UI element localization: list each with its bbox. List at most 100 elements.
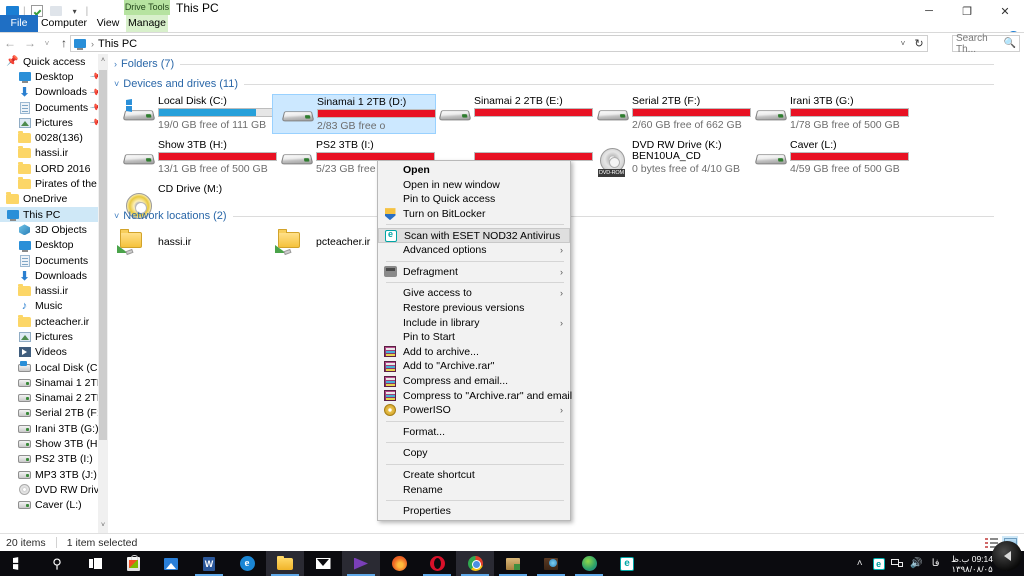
microsoft-store-button[interactable] bbox=[114, 551, 152, 576]
menu-item-copy[interactable]: Copy bbox=[378, 446, 570, 461]
drive-item[interactable]: Sinamai 1 2TB (D:) 2/83 GB free o bbox=[272, 94, 436, 134]
sidebar-item-lord-2016[interactable]: LORD 2016 bbox=[0, 161, 108, 176]
scroll-down-button[interactable]: ˅ bbox=[98, 519, 108, 533]
menu-item-poweriso[interactable]: PowerISO › bbox=[378, 403, 570, 418]
sidebar-item-documents[interactable]: Documents bbox=[0, 253, 108, 268]
sidebar-item-downloads[interactable]: ⬇ Downloads bbox=[0, 268, 108, 283]
chevron-down-icon[interactable]: ˅ bbox=[895, 39, 911, 48]
sidebar-item-onedrive[interactable]: OneDrive bbox=[0, 192, 108, 207]
menu-item-rename[interactable]: Rename bbox=[378, 482, 570, 497]
menu-item-pin-to-start[interactable]: Pin to Start bbox=[378, 330, 570, 345]
photos-button[interactable] bbox=[152, 551, 190, 576]
file-explorer-button[interactable] bbox=[266, 551, 304, 576]
drive-item[interactable]: Local Disk (C:) 19/0 GB free of 111 GB bbox=[114, 94, 278, 134]
forward-button[interactable]: → bbox=[20, 33, 40, 53]
word-button[interactable]: W bbox=[190, 551, 228, 576]
sidebar-item-irani-3tb-g[interactable]: Irani 3TB (G:) bbox=[0, 421, 108, 436]
sidebar-item-mp3-3tb-j[interactable]: MP3 3TB (J:) bbox=[0, 467, 108, 482]
sidebar-item-0028-136[interactable]: 0028(136) bbox=[0, 130, 108, 145]
drive-item[interactable]: Irani 3TB (G:) 1/78 GB free of 500 GB bbox=[746, 94, 910, 134]
menu-item-compress-and-email[interactable]: Compress and email... bbox=[378, 374, 570, 389]
search-button[interactable]: ⚲ bbox=[38, 551, 76, 576]
recent-locations-button[interactable]: ˅ bbox=[40, 33, 54, 53]
tab-computer[interactable]: Computer bbox=[38, 15, 90, 32]
scroll-up-button[interactable]: ˄ bbox=[98, 54, 108, 68]
sidebar-item-desktop[interactable]: Desktop 📌 bbox=[0, 69, 108, 84]
kmplayer-button[interactable] bbox=[342, 551, 380, 576]
sidebar-item-serial-2tb-f[interactable]: Serial 2TB (F:) bbox=[0, 406, 108, 421]
menu-item-advanced-options[interactable]: Advanced options › bbox=[378, 243, 570, 258]
menu-item-properties[interactable]: Properties bbox=[378, 504, 570, 519]
tab-file[interactable]: File bbox=[0, 15, 38, 32]
eset-globe-button[interactable] bbox=[570, 551, 608, 576]
breadcrumb-this-pc[interactable]: This PC bbox=[98, 38, 137, 50]
menu-item-open[interactable]: Open bbox=[378, 163, 570, 178]
sidebar-item-show-3tb-h[interactable]: Show 3TB (H:) bbox=[0, 436, 108, 451]
sidebar-item-dvd-rw-drive[interactable]: DVD RW Drive ( bbox=[0, 482, 108, 497]
refresh-icon[interactable]: ↻ bbox=[911, 37, 927, 50]
sidebar-item-hassi-ir[interactable]: hassi.ir bbox=[0, 146, 108, 161]
task-view-button[interactable] bbox=[76, 551, 114, 576]
sidebar-item-hassi-ir[interactable]: hassi.ir bbox=[0, 283, 108, 298]
sidebar-scrollbar[interactable]: ˄ ˅ bbox=[98, 54, 108, 533]
sidebar-item-ps2-3tb-i[interactable]: PS2 3TB (I:) bbox=[0, 452, 108, 467]
menu-item-give-access-to[interactable]: Give access to › bbox=[378, 286, 570, 301]
sidebar-item-caver-l[interactable]: Caver (L:) bbox=[0, 498, 108, 513]
edge-button[interactable]: e bbox=[228, 551, 266, 576]
sidebar-item-sinamai-1-2tb[interactable]: Sinamai 1 2TB ( bbox=[0, 375, 108, 390]
language-indicator[interactable]: فا bbox=[926, 551, 945, 576]
opera-button[interactable] bbox=[418, 551, 456, 576]
sidebar-item-sinamai-2-2tb[interactable]: Sinamai 2 2TB ( bbox=[0, 391, 108, 406]
menu-item-create-shortcut[interactable]: Create shortcut bbox=[378, 468, 570, 483]
tab-manage[interactable]: Manage bbox=[126, 15, 168, 32]
scrollbar-thumb[interactable] bbox=[99, 70, 107, 440]
chrome-button[interactable] bbox=[456, 551, 494, 576]
drive-item[interactable]: Caver (L:) 4/59 GB free of 500 GB bbox=[746, 138, 910, 178]
sidebar-item-quick-access[interactable]: 📌 Quick access bbox=[0, 54, 108, 69]
menu-item-pin-to-quick-access[interactable]: Pin to Quick access bbox=[378, 192, 570, 207]
search-input-placeholder[interactable]: Search Th... bbox=[956, 33, 1004, 55]
group-header-devices[interactable]: ˅ Devices and drives (11) bbox=[114, 78, 994, 90]
sidebar-item-documents[interactable]: Documents 📌 bbox=[0, 100, 108, 115]
search-icon[interactable]: 🔍 bbox=[1004, 38, 1016, 49]
menu-item-turn-on-bitlocker[interactable]: Turn on BitLocker bbox=[378, 207, 570, 222]
menu-item-restore-previous-versions[interactable]: Restore previous versions bbox=[378, 301, 570, 316]
sidebar-item-pictures[interactable]: Pictures 📌 bbox=[0, 115, 108, 130]
sidebar-item-this-pc[interactable]: This PC bbox=[0, 206, 108, 223]
menu-item-scan-with-eset-nod32-antivirus[interactable]: Scan with ESET NOD32 Antivirus bbox=[378, 228, 570, 243]
firefox-button[interactable] bbox=[380, 551, 418, 576]
address-input[interactable]: › This PC ˅ ↻ bbox=[70, 35, 928, 52]
menu-item-open-in-new-window[interactable]: Open in new window bbox=[378, 178, 570, 193]
sidebar-item-pictures[interactable]: Pictures bbox=[0, 329, 108, 344]
chevron-down-icon[interactable]: ˅ bbox=[114, 211, 119, 221]
start-button[interactable] bbox=[0, 551, 38, 576]
menu-item-defragment[interactable]: Defragment › bbox=[378, 265, 570, 280]
search-box[interactable]: Search Th... 🔍 bbox=[952, 33, 1020, 55]
menu-item-add-to-archive[interactable]: Add to archive... bbox=[378, 345, 570, 360]
sidebar-item-local-disk-c[interactable]: Local Disk (C:) bbox=[0, 360, 108, 375]
tab-view[interactable]: View bbox=[90, 15, 126, 32]
eset-antivirus-button[interactable]: e bbox=[608, 551, 646, 576]
sidebar-item-pcteacher-ir[interactable]: pcteacher.ir bbox=[0, 314, 108, 329]
drive-item[interactable]: Sinamai 2 2TB (E:) bbox=[430, 94, 594, 134]
drive-item[interactable]: Serial 2TB (F:) 2/60 GB free of 662 GB bbox=[588, 94, 752, 134]
mail-button[interactable] bbox=[304, 551, 342, 576]
winrar-button[interactable] bbox=[494, 551, 532, 576]
sidebar-item-3d-objects[interactable]: 3D Objects bbox=[0, 222, 108, 237]
sidebar-item-videos[interactable]: Videos bbox=[0, 345, 108, 360]
sidebar-item-music[interactable]: ♪ Music bbox=[0, 299, 108, 314]
menu-item-compress-to-archive-rar-and-email[interactable]: Compress to "Archive.rar" and email bbox=[378, 388, 572, 403]
tray-overflow-button[interactable]: ˄ bbox=[850, 551, 869, 576]
volume-icon[interactable]: 🔊 bbox=[907, 551, 926, 576]
sidebar-item-downloads[interactable]: ⬇ Downloads 📌 bbox=[0, 85, 108, 100]
network-icon[interactable] bbox=[888, 551, 907, 576]
menu-item-add-to-archive-rar[interactable]: Add to "Archive.rar" bbox=[378, 359, 570, 374]
drive-item[interactable]: DVD-ROM DVD RW Drive (K:) BEN10UA_CD 0 byte… bbox=[588, 138, 752, 178]
drive-item[interactable]: Show 3TB (H:) 13/1 GB free of 500 GB bbox=[114, 138, 278, 178]
group-header-folders[interactable]: › Folders (7) bbox=[114, 58, 994, 70]
chevron-right-icon[interactable]: › bbox=[114, 59, 117, 69]
context-menu[interactable]: Open Open in new window Pin to Quick acces… bbox=[377, 160, 572, 522]
menu-item-include-in-library[interactable]: Include in library › bbox=[378, 315, 570, 330]
idm-button[interactable] bbox=[532, 551, 570, 576]
sidebar-item-desktop[interactable]: Desktop bbox=[0, 238, 108, 253]
